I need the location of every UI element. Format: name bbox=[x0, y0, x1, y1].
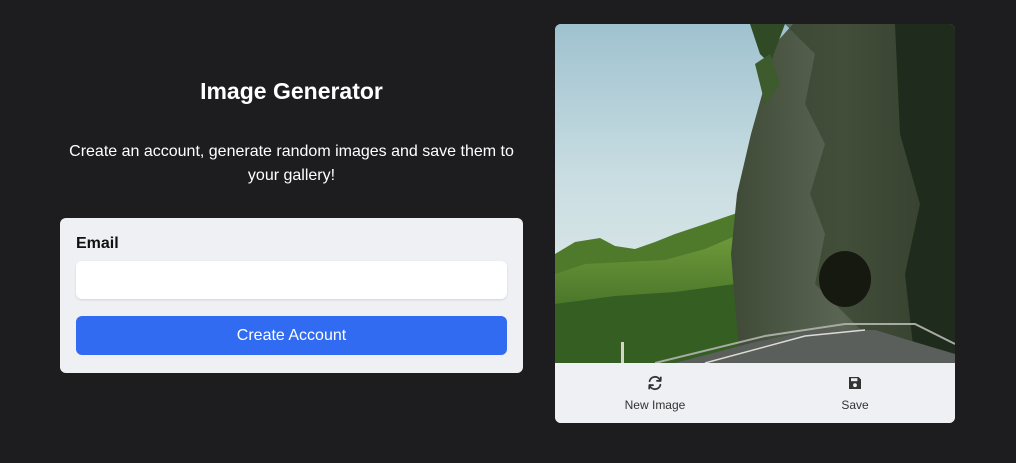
save-button[interactable]: Save bbox=[755, 363, 955, 423]
email-field[interactable] bbox=[76, 261, 507, 299]
image-actions: New Image Save bbox=[555, 363, 955, 423]
image-preview-card: New Image Save bbox=[555, 24, 955, 423]
page-subtitle: Create an account, generate random image… bbox=[69, 143, 514, 184]
new-image-button[interactable]: New Image bbox=[555, 363, 755, 423]
landscape-photo bbox=[555, 24, 955, 363]
create-account-button[interactable]: Create Account bbox=[76, 316, 507, 355]
email-label: Email bbox=[76, 235, 119, 252]
page-title: Image Generator bbox=[200, 78, 383, 104]
new-image-label: New Image bbox=[624, 398, 686, 412]
refresh-icon bbox=[648, 375, 662, 391]
page: Image Generator Create an account, gener… bbox=[0, 0, 1016, 463]
signup-form: Email Create Account bbox=[60, 218, 523, 373]
generated-image bbox=[555, 24, 955, 363]
floppy-disk-icon bbox=[849, 377, 861, 389]
save-label: Save bbox=[841, 398, 869, 412]
